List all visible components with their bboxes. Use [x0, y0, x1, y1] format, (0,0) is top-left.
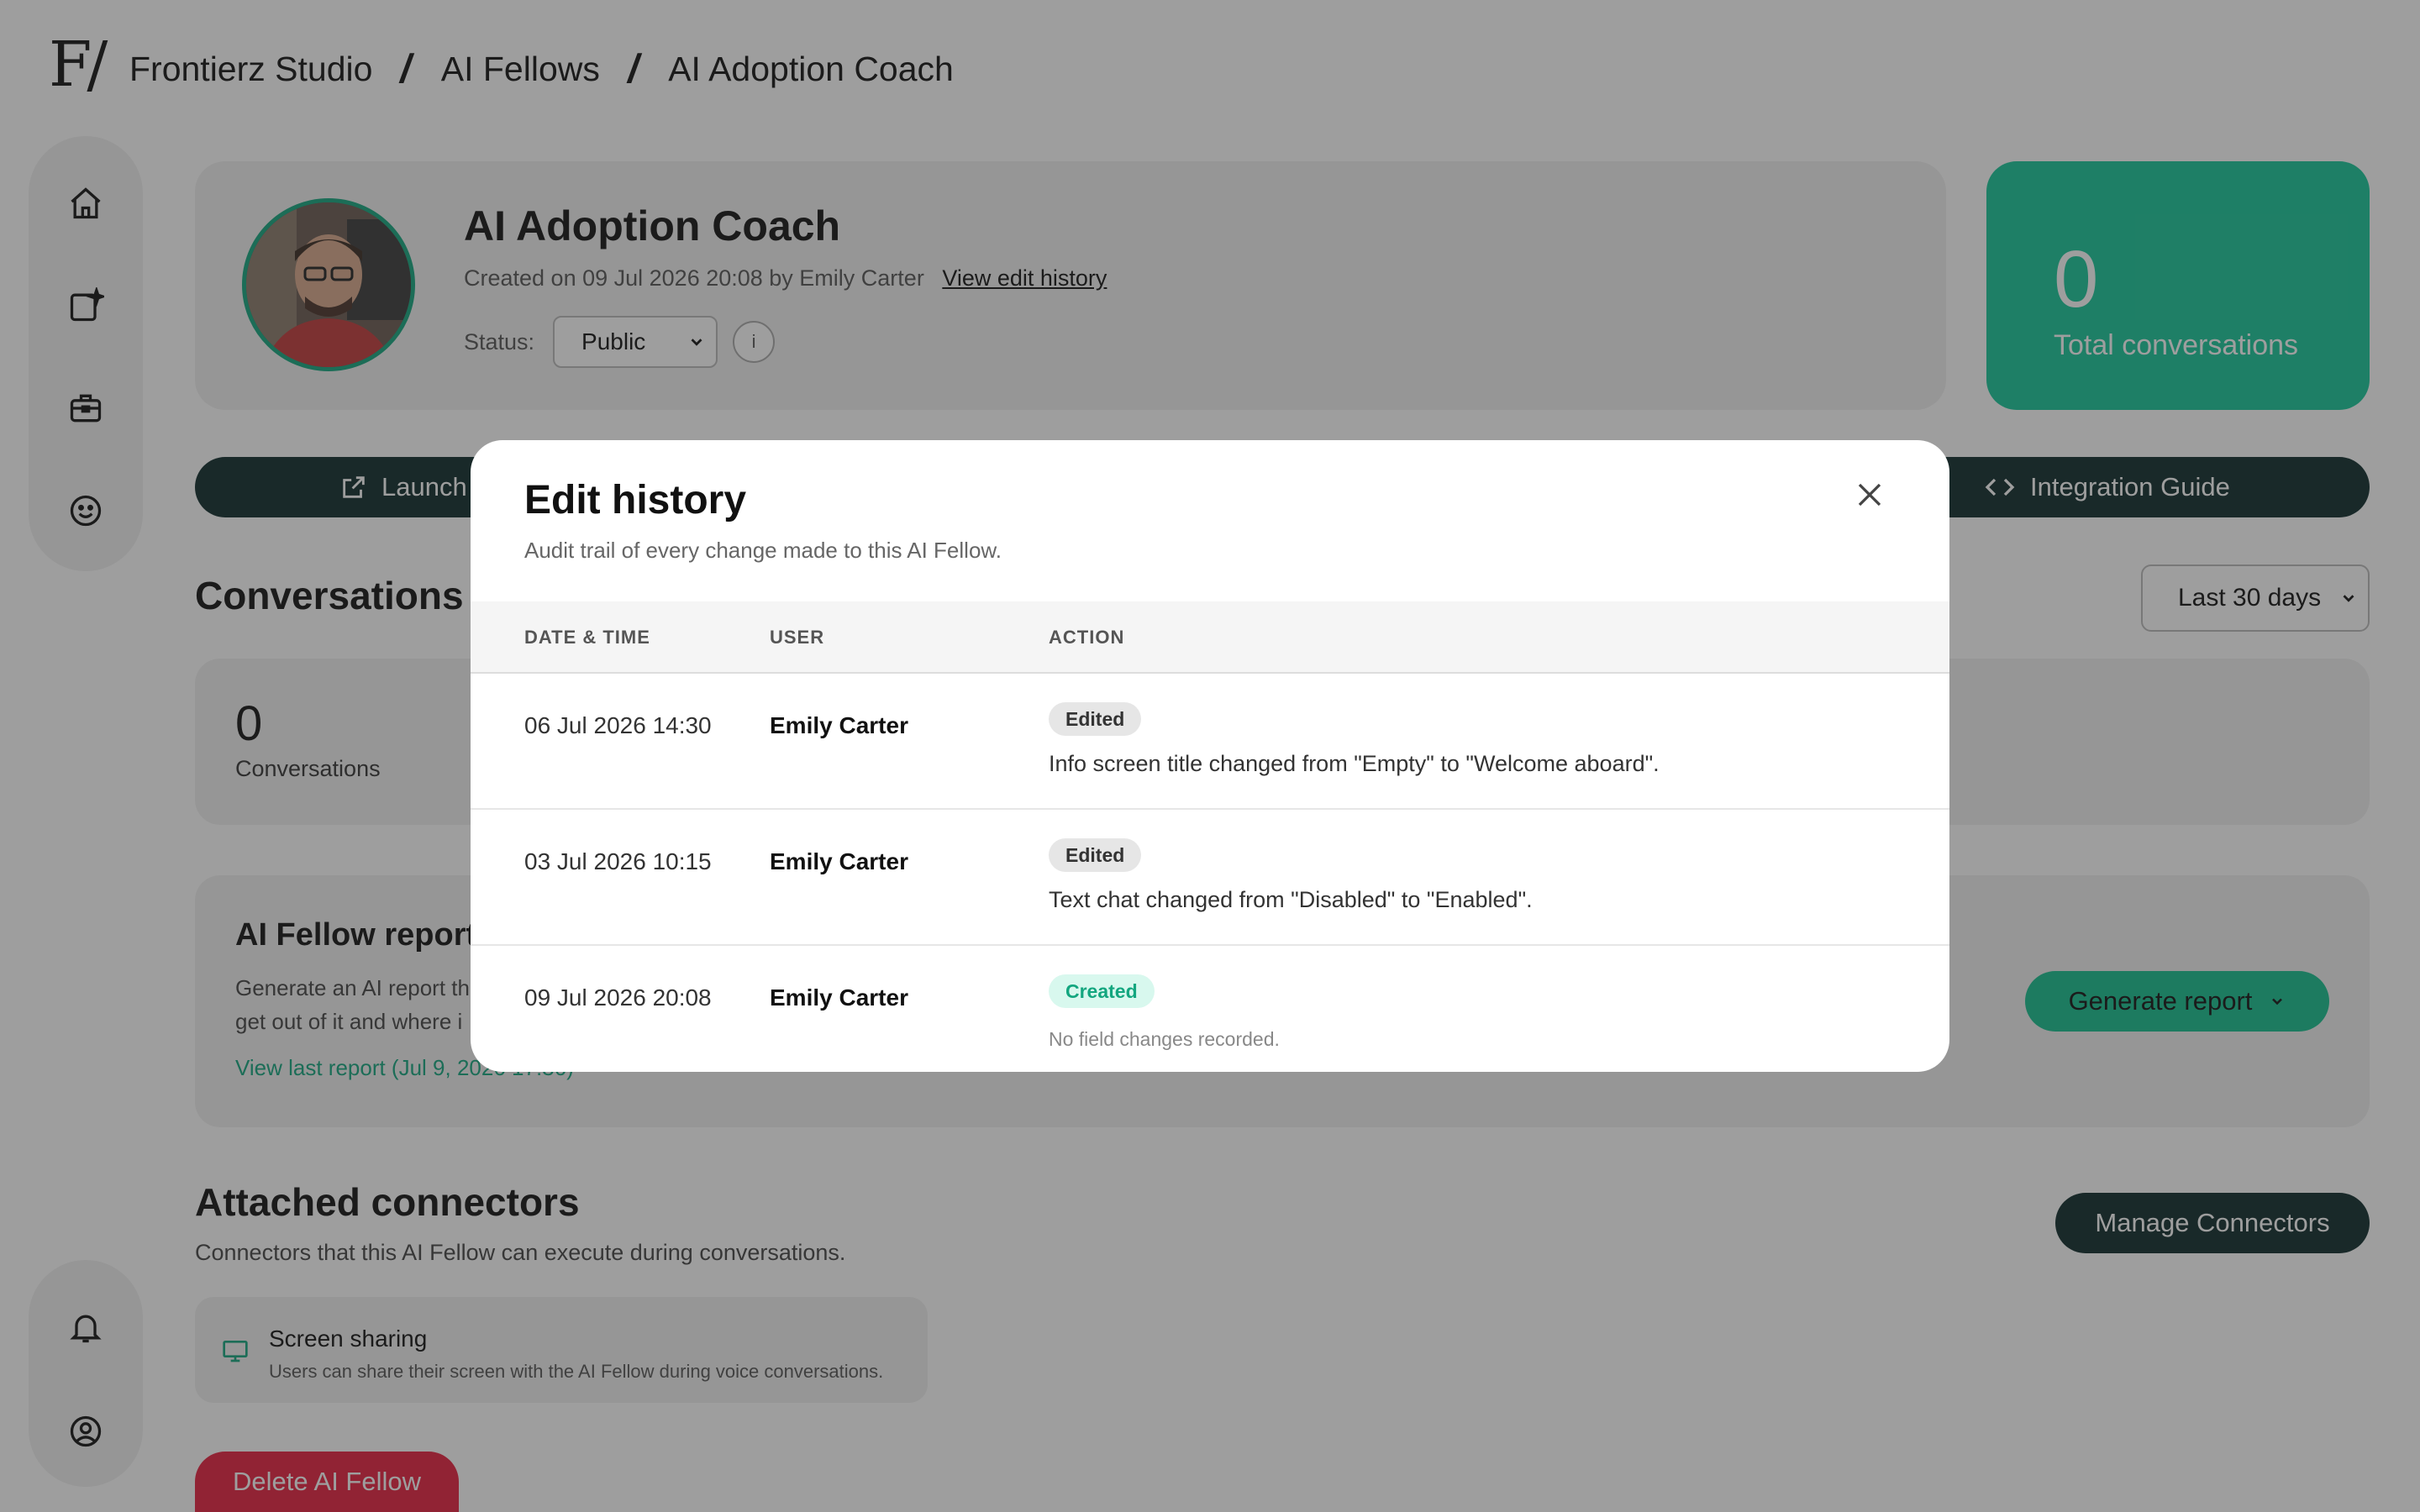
row-user: Emily Carter [770, 848, 908, 874]
page: F/ Frontierz Studio / AI Fellows / AI Ad… [0, 0, 2420, 1512]
column-action: ACTION [1049, 627, 1125, 648]
row-change: Text chat changed from "Disabled" to "En… [1049, 887, 1533, 912]
row-date: 03 Jul 2026 10:15 [524, 848, 712, 874]
close-button[interactable] [1849, 474, 1891, 516]
column-date: DATE & TIME [524, 627, 650, 648]
action-badge: Created [1049, 974, 1155, 1008]
row-user: Emily Carter [770, 712, 908, 738]
action-badge: Edited [1049, 702, 1142, 736]
row-date: 06 Jul 2026 14:30 [524, 712, 712, 738]
row-change: Info screen title changed from "Empty" t… [1049, 751, 1660, 776]
row-date: 09 Jul 2026 20:08 [524, 984, 712, 1011]
row-user: Emily Carter [770, 984, 908, 1011]
action-badge: Edited [1049, 838, 1142, 872]
row-change: No field changes recorded. [1049, 1028, 1280, 1050]
column-user: USER [770, 627, 825, 648]
history-table-header: DATE & TIME USER ACTION [471, 601, 1949, 674]
modal-title: Edit history [524, 478, 747, 522]
table-row: 03 Jul 2026 10:15 Emily Carter Edited Te… [471, 810, 1949, 946]
modal-subtitle: Audit trail of every change made to this… [524, 538, 1002, 563]
edit-history-modal: Edit history Audit trail of every change… [471, 440, 1949, 1072]
close-icon [1858, 483, 1881, 507]
table-row: 09 Jul 2026 20:08 Emily Carter Created N… [471, 946, 1949, 1072]
table-row: 06 Jul 2026 14:30 Emily Carter Edited In… [471, 674, 1949, 810]
